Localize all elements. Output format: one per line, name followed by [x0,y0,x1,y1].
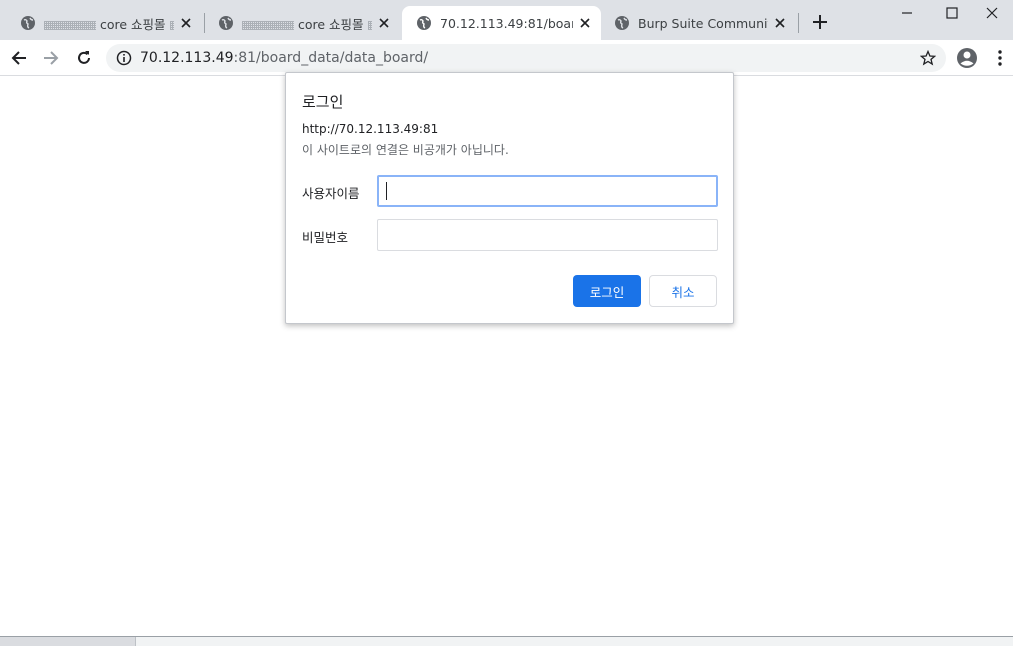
username-label: 사용자이름 [302,186,360,201]
login-button[interactable]: 로그인 [573,275,641,307]
menu-button[interactable] [990,48,1010,68]
browser-toolbar: 70.12.113.49:81/board_data/data_board/ [0,40,1013,76]
window-close-button[interactable] [970,0,1013,26]
minimize-icon [902,12,912,14]
redacted-text [367,20,372,30]
auth-dialog: 로그인 http://70.12.113.49:81 이 사이트로의 연결은 비… [285,72,734,324]
redacted-text [44,20,96,30]
redacted-text [169,20,174,30]
forward-arrow-icon [44,51,59,65]
tab-title: core 쇼핑몰 [242,14,372,33]
address-bar[interactable]: 70.12.113.49:81/board_data/data_board/ [106,44,946,72]
dialog-warning: 이 사이트로의 연결은 비공개가 아닙니다. [302,143,509,157]
dialog-host: http://70.12.113.49:81 [302,122,439,136]
globe-icon [21,16,35,30]
tab-title: 70.12.113.49:81/board_d [440,15,573,31]
tab-close-icon[interactable] [577,15,593,31]
reload-button[interactable] [70,44,98,72]
password-label: 비밀번호 [302,230,349,245]
tab-close-icon[interactable] [772,15,788,31]
tab-strip: core 쇼핑몰 core 쇼핑몰 70.12.113.49:81/board_… [0,0,1013,40]
dialog-title: 로그인 [302,93,344,111]
tab-active[interactable]: 70.12.113.49:81/board_d [402,6,601,40]
cancel-button[interactable]: 취소 [649,275,717,307]
minimize-button[interactable] [884,0,930,26]
url-text[interactable]: 70.12.113.49:81/board_data/data_board/ [140,50,428,66]
redacted-text [242,20,294,30]
maximize-button[interactable] [929,0,975,26]
globe-icon [219,16,233,30]
password-field[interactable] [377,219,718,251]
tab-title: core 쇼핑몰 [44,14,174,33]
url-host: 70.12.113.49 [140,50,234,66]
tab-1[interactable]: core 쇼핑몰 [6,6,202,40]
tab-separator [798,13,799,33]
tab-2[interactable]: core 쇼핑몰 [204,6,400,40]
tab-title-text: core 쇼핑몰 [298,16,364,32]
profile-icon[interactable] [955,46,979,70]
kebab-menu-icon [998,50,1002,66]
tab-close-icon[interactable] [376,15,392,31]
info-icon[interactable] [116,50,132,66]
tab-title-text: core 쇼핑몰 [100,16,166,32]
reload-icon [78,51,90,64]
globe-icon [615,16,629,30]
tab-close-icon[interactable] [178,15,194,31]
forward-button[interactable] [37,44,65,72]
url-path: :81/board_data/data_board/ [233,50,429,66]
bottom-bar [0,636,1013,646]
bottom-bar-segment [0,637,136,646]
star-icon[interactable] [920,50,936,66]
back-arrow-icon [11,51,26,65]
new-tab-button[interactable] [808,10,832,34]
text-caret [386,182,387,200]
tab-4[interactable]: Burp Suite Community E [600,6,796,40]
close-icon [986,7,997,19]
back-button[interactable] [5,44,33,72]
tab-title: Burp Suite Community E [638,15,768,31]
maximize-icon [946,7,958,19]
username-field[interactable] [377,175,718,207]
plus-icon [813,15,827,29]
globe-icon [417,16,431,30]
